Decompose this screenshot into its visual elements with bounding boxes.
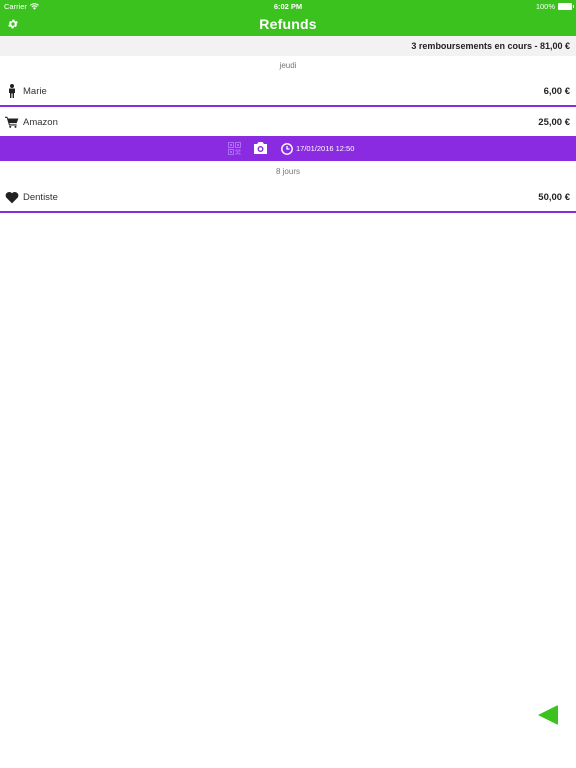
camera-button[interactable] — [253, 141, 268, 155]
row-separator — [0, 211, 576, 213]
refund-amount: 6,00 € — [543, 85, 570, 97]
refund-row-marie[interactable]: Marie 6,00 € — [0, 77, 576, 105]
qr-code-button[interactable] — [228, 142, 241, 155]
row-separator — [0, 105, 576, 107]
top-bar: Carrier 6:02 PM 100% Refunds — [0, 0, 576, 36]
refund-row-dentiste[interactable]: Dentiste 50,00 € — [0, 183, 576, 211]
refund-amount: 50,00 € — [538, 191, 570, 203]
person-icon — [5, 84, 19, 98]
refund-label: Amazon — [23, 116, 58, 128]
refund-label: Dentiste — [23, 191, 58, 203]
back-button[interactable] — [537, 703, 559, 727]
summary-bar: 3 remboursements en cours - 81,00 € — [0, 36, 576, 56]
refund-amount: 25,00 € — [538, 116, 570, 128]
cart-icon — [5, 115, 19, 129]
action-bar: 17/01/2016 12:50 — [0, 136, 576, 161]
summary-text: 3 remboursements en cours - 81,00 € — [411, 41, 570, 51]
section-header-8-jours: 8 jours — [275, 167, 300, 176]
refund-row-amazon[interactable]: Amazon 25,00 € — [0, 108, 576, 136]
qr-code-icon — [228, 142, 241, 155]
triangle-left-icon — [538, 705, 558, 725]
section-header-jeudi: jeudi — [279, 61, 297, 70]
refund-label: Marie — [23, 85, 47, 97]
date-button[interactable] — [281, 142, 293, 155]
battery-info: 100% — [535, 2, 574, 11]
camera-icon — [254, 142, 267, 154]
clock-icon — [281, 143, 293, 155]
battery-percent: 100% — [535, 2, 555, 11]
status-bar: Carrier 6:02 PM 100% — [0, 0, 576, 12]
status-time: 6:02 PM — [273, 2, 303, 11]
heart-icon — [5, 190, 19, 204]
page-title: Refunds — [259, 16, 317, 32]
refund-date[interactable]: 17/01/2016 12:50 — [296, 144, 354, 153]
battery-icon — [558, 3, 574, 10]
